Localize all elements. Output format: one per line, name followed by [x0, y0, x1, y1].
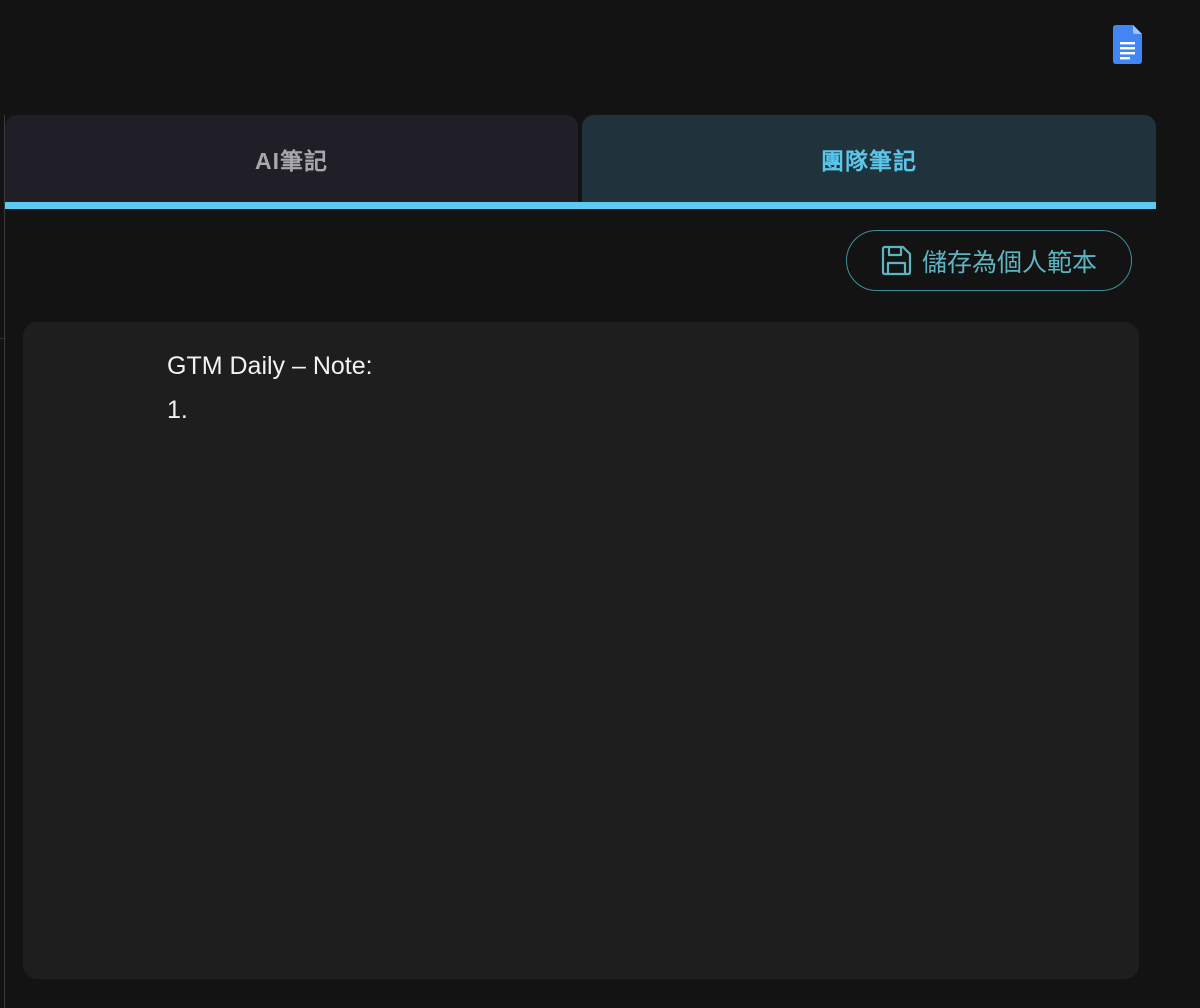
tab-team-notes-label: 團隊筆記: [821, 147, 917, 174]
active-tab-indicator: [5, 202, 1156, 209]
left-divider-tick: [0, 338, 6, 339]
save-as-personal-template-label: 儲存為個人範本: [921, 248, 1097, 277]
note-editor[interactable]: GTM Daily – Note: 1.: [167, 344, 1107, 432]
notes-tab-bar: AI筆記 團隊筆記: [5, 115, 1156, 202]
google-docs-icon[interactable]: [1113, 25, 1142, 64]
floppy-disk-icon: [881, 245, 912, 276]
tab-ai-notes[interactable]: AI筆記: [5, 115, 578, 202]
note-line: GTM Daily – Note:: [167, 352, 373, 380]
team-notes-page: AI筆記 團隊筆記 儲存為個人範本 GTM Daily – Note: 1.: [0, 0, 1200, 1008]
left-divider: [4, 115, 5, 1008]
save-as-personal-template-button[interactable]: 儲存為個人範本: [846, 230, 1132, 291]
note-line: 1.: [167, 396, 188, 424]
note-editor-panel: GTM Daily – Note: 1.: [23, 322, 1139, 979]
tab-team-notes[interactable]: 團隊筆記: [582, 115, 1156, 202]
tab-ai-notes-label: AI筆記: [255, 147, 328, 174]
